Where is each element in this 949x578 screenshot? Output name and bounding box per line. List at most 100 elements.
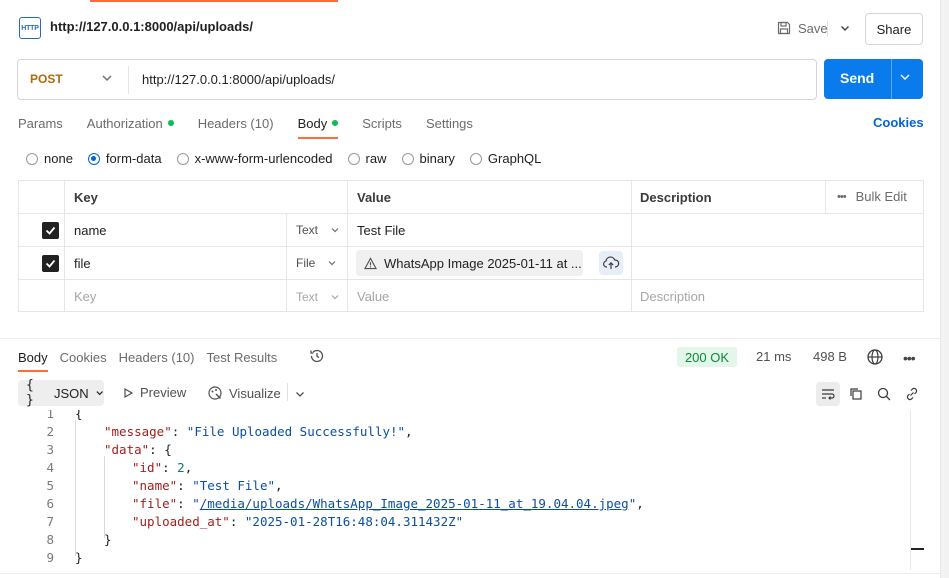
divider [827, 21, 828, 37]
cookies-link[interactable]: Cookies [873, 115, 924, 130]
type-select[interactable]: Text [296, 223, 340, 237]
chevron-down-icon[interactable] [294, 388, 306, 400]
response-tabs: Body Cookies Headers (10) Test Results [18, 349, 289, 373]
resize-handle[interactable] [911, 548, 924, 550]
tab-response-headers[interactable]: Headers (10) [119, 350, 195, 372]
response-size[interactable]: 498 B [813, 349, 847, 364]
file-chip[interactable]: WhatsApp Image 2025-01-11 at ... [356, 250, 583, 276]
more-options-icon[interactable]: ••• [903, 350, 916, 366]
radio-circle [469, 152, 482, 165]
tab-test-results[interactable]: Test Results [206, 350, 277, 372]
check-icon [45, 226, 56, 235]
radio-circle [347, 152, 360, 165]
radio-label: raw [365, 151, 387, 166]
tab-scripts[interactable]: Scripts [362, 115, 402, 139]
panel-divider[interactable] [0, 338, 940, 339]
tab-label: Params [18, 115, 63, 131]
radio-label: binary [419, 151, 455, 166]
share-button[interactable]: Share [865, 13, 923, 45]
play-icon [124, 387, 134, 398]
wrap-icon [822, 389, 835, 400]
search-icon [877, 387, 891, 401]
radio-circle [401, 152, 414, 165]
upload-button[interactable] [599, 251, 623, 275]
radio-circle [87, 152, 100, 165]
copy-button[interactable] [844, 382, 868, 406]
tab-response-cookies[interactable]: Cookies [60, 350, 107, 372]
type-label: Text [296, 223, 319, 237]
globe-icon[interactable] [866, 348, 884, 366]
description-placeholder[interactable]: Description [640, 289, 705, 304]
code-token: } [104, 532, 112, 547]
scrollbar[interactable] [940, 0, 949, 578]
radio-raw[interactable]: raw [347, 151, 387, 166]
method-select[interactable]: POST [30, 72, 63, 86]
tab-label: Scripts [362, 115, 402, 131]
more-icon: ••• [837, 190, 847, 203]
save-label: Save [798, 20, 828, 36]
preview-button[interactable]: Preview [122, 385, 186, 400]
url-bar: POST http://127.0.0.1:8000/api/uploads/ [17, 59, 817, 100]
wrap-lines-button[interactable] [816, 382, 840, 406]
indent-guide [75, 420, 76, 556]
save-button[interactable]: Save [776, 15, 828, 41]
editor-scroll-edge [910, 410, 911, 570]
type-select[interactable]: File [296, 256, 337, 270]
key-cell[interactable]: name [74, 223, 107, 238]
chevron-down-icon [841, 26, 849, 31]
radio-label: form-data [105, 151, 162, 166]
json-number: 2 [177, 460, 185, 475]
type-select[interactable]: Text [296, 290, 340, 304]
save-options-button[interactable] [834, 15, 856, 41]
http-icon: HTTP [19, 17, 41, 39]
response-time[interactable]: 21 ms [756, 349, 791, 364]
chevron-down-icon[interactable] [100, 71, 114, 85]
link-button[interactable] [900, 382, 924, 406]
radio-graphql[interactable]: GraphQL [469, 151, 541, 166]
bulk-edit-button[interactable]: ••• Bulk Edit [837, 189, 907, 204]
chevron-down-icon [331, 295, 339, 300]
request-header: HTTP http://127.0.0.1:8000/api/uploads/ … [0, 3, 940, 49]
visualize-button[interactable]: Visualize [207, 385, 281, 401]
key-cell[interactable]: file [74, 256, 91, 271]
response-body-editor[interactable]: 1{ 2 "message": "File Uploaded Successful… [18, 410, 911, 570]
value-cell[interactable]: Test File [357, 223, 405, 238]
key-placeholder[interactable]: Key [74, 289, 96, 304]
value-placeholder[interactable]: Value [357, 289, 389, 304]
history-icon[interactable] [308, 347, 326, 365]
tab-response-body[interactable]: Body [18, 350, 48, 372]
radio-none[interactable]: none [26, 151, 73, 166]
row-checkbox[interactable] [42, 222, 59, 239]
search-button[interactable] [872, 382, 896, 406]
tab-headers[interactable]: Headers (10) [198, 115, 274, 139]
request-title[interactable]: http://127.0.0.1:8000/api/uploads/ [50, 19, 253, 34]
json-link[interactable]: /media/uploads/WhatsApp_Image_2025-01-11… [200, 496, 629, 511]
radio-label: none [44, 151, 73, 166]
type-label: File [296, 256, 316, 270]
column-header-key: Key [74, 190, 98, 205]
table-row: file File WhatsApp Image 2025-01-11 at .… [19, 247, 923, 280]
tab-params[interactable]: Params [18, 115, 63, 139]
tab-settings[interactable]: Settings [426, 115, 473, 139]
chevron-down-icon[interactable] [898, 70, 912, 84]
warning-icon [364, 256, 377, 269]
type-label: Text [296, 290, 319, 304]
radio-binary[interactable]: binary [401, 151, 455, 166]
tab-body[interactable]: Body [297, 115, 339, 139]
format-select[interactable]: { } JSON [18, 378, 104, 408]
radio-form-data[interactable]: form-data [87, 151, 162, 166]
table-header-row: Key Value Description ••• Bulk Edit [19, 181, 923, 214]
send-button[interactable]: Send [824, 59, 923, 99]
line-number: 1 [46, 410, 54, 421]
tab-authorization[interactable]: Authorization [87, 115, 174, 139]
body-type-radios: none form-data x-www-form-urlencoded raw… [26, 151, 556, 166]
url-input[interactable]: http://127.0.0.1:8000/api/uploads/ [142, 72, 335, 87]
row-checkbox[interactable] [42, 255, 59, 272]
line-number: 8 [46, 532, 54, 547]
bulk-edit-label: Bulk Edit [855, 189, 907, 204]
status-badge[interactable]: 200 OK [677, 347, 737, 367]
radio-urlencoded[interactable]: x-www-form-urlencoded [176, 151, 333, 166]
file-name: WhatsApp Image 2025-01-11 at ... [384, 255, 582, 271]
active-tab-indicator [90, 0, 338, 2]
line-number: 3 [46, 442, 54, 457]
